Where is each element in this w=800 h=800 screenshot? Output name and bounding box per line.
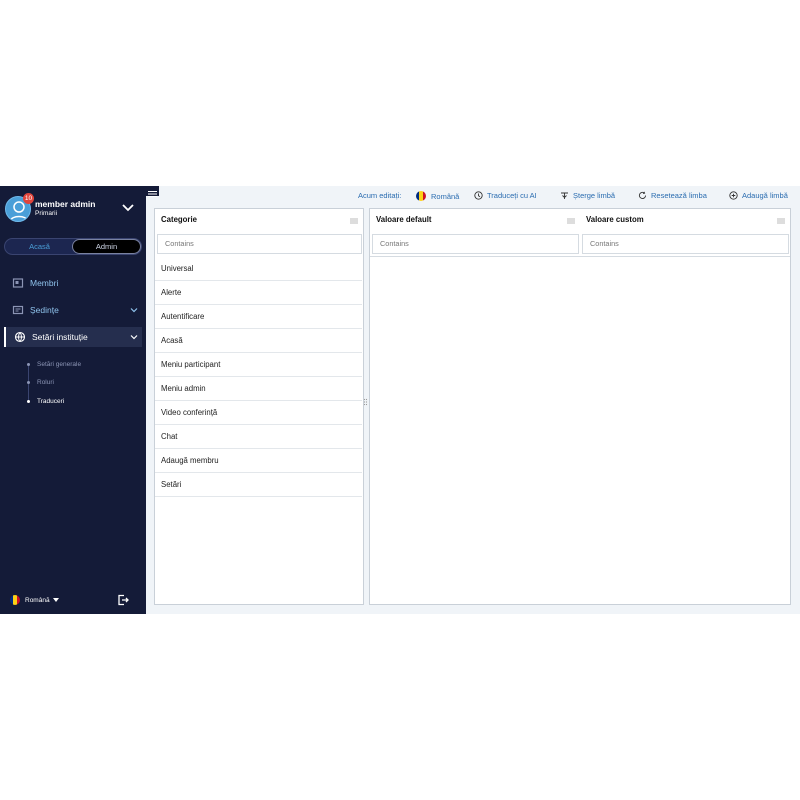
reset-language-label: Resetează limba <box>651 191 707 200</box>
bullet <box>27 363 30 366</box>
table-row[interactable]: Autentificare <box>155 305 362 329</box>
bullet <box>27 400 30 403</box>
submenu-item-roluri[interactable]: Roluri <box>27 379 137 386</box>
editing-label: Acum editați: <box>358 191 402 200</box>
delete-language-button[interactable]: Șterge limbă <box>560 191 615 200</box>
table-row[interactable]: Video conferință <box>155 401 362 425</box>
delete-icon <box>561 192 568 199</box>
category-grid: Categorie Contains Universal Alerte Aute… <box>154 208 364 605</box>
reset-icon <box>638 191 647 199</box>
language-label: Română <box>25 596 50 604</box>
translate-icon <box>474 191 483 200</box>
translate-ai-label: Traduceți cu AI <box>487 191 537 200</box>
logout-icon[interactable] <box>117 594 129 606</box>
header-divider <box>370 256 790 257</box>
column-header-categorie[interactable]: Categorie <box>161 215 197 224</box>
user-role: Primarii <box>35 210 58 217</box>
romania-flag-icon <box>10 595 20 605</box>
submenu-label: Roluri <box>37 379 54 386</box>
chevron-down-icon <box>130 308 138 313</box>
column-menu-icon[interactable] <box>350 218 358 224</box>
submenu-label: Setări generale <box>37 361 82 368</box>
column-menu-icon[interactable] <box>777 218 785 224</box>
sidebar-item-sedinte[interactable]: Ședințe <box>4 300 142 320</box>
submenu-item-traduceri[interactable]: Traduceri <box>27 398 137 405</box>
sidebar-item-setari[interactable]: Setări instituție <box>4 327 142 347</box>
app-window: 10 member admin Primarii Acasă Admin Mem… <box>0 186 800 614</box>
add-icon <box>729 191 738 200</box>
table-row[interactable]: Meniu admin <box>155 377 362 401</box>
toggle-acasa[interactable]: Acasă <box>5 239 74 254</box>
toolbar: Acum editați: Română Traduceți cu AI Ște… <box>160 186 800 206</box>
table-row[interactable]: Alerte <box>155 281 362 305</box>
sidebar-item-label: Ședințe <box>30 305 59 315</box>
user-name: member admin <box>35 199 96 209</box>
values-grid: Valoare default Valoare custom Contains … <box>369 208 791 605</box>
caret-down-icon <box>52 598 59 602</box>
reset-language-button[interactable]: Resetează limba <box>638 191 707 200</box>
sidebar-item-membri[interactable]: Membri <box>4 273 142 293</box>
toggle-admin[interactable]: Admin <box>72 239 141 254</box>
add-language-button[interactable]: Adaugă limbă <box>729 191 788 200</box>
translate-ai-button[interactable]: Traduceți cu AI <box>474 191 537 200</box>
custom-value-filter-input[interactable]: Contains <box>582 234 789 254</box>
notification-badge: 10 <box>23 193 34 204</box>
submenu-item-setari-generale[interactable]: Setări generale <box>27 361 137 368</box>
default-value-filter-input[interactable]: Contains <box>372 234 579 254</box>
members-icon <box>12 278 24 288</box>
table-row[interactable]: Acasă <box>155 329 362 353</box>
table-row[interactable]: Meniu participant <box>155 353 362 377</box>
splitter-handle[interactable] <box>363 398 368 406</box>
sidebar: 10 member admin Primarii Acasă Admin Mem… <box>0 186 146 614</box>
category-filter-input[interactable]: Contains <box>157 234 362 254</box>
hamburger-icon[interactable] <box>146 186 159 198</box>
sidebar-item-label: Membri <box>30 278 59 288</box>
mode-toggle: Acasă Admin <box>4 238 142 255</box>
meetings-icon <box>12 305 24 315</box>
language-selector[interactable]: Română <box>10 595 59 605</box>
language-dropdown-label: Română <box>431 191 460 201</box>
table-row[interactable]: Adaugă membru <box>155 449 362 473</box>
delete-language-label: Șterge limbă <box>573 191 616 200</box>
romania-flag-icon <box>416 191 426 201</box>
chevron-down-icon <box>130 335 138 340</box>
column-menu-icon[interactable] <box>567 218 575 224</box>
table-row[interactable]: Universal <box>155 257 362 281</box>
table-row[interactable]: Setări <box>155 473 362 497</box>
sidebar-item-label: Setări instituție <box>32 332 88 342</box>
bullet <box>27 381 30 384</box>
submenu-label: Traduceri <box>37 398 65 405</box>
chevron-down-icon[interactable] <box>121 201 135 215</box>
add-language-label: Adaugă limbă <box>742 191 788 200</box>
column-header-valoare-custom[interactable]: Valoare custom <box>586 215 644 224</box>
table-row[interactable]: Chat <box>155 425 362 449</box>
column-header-valoare-default[interactable]: Valoare default <box>376 215 431 224</box>
language-dropdown[interactable]: Română <box>416 191 459 201</box>
globe-icon <box>14 331 26 343</box>
